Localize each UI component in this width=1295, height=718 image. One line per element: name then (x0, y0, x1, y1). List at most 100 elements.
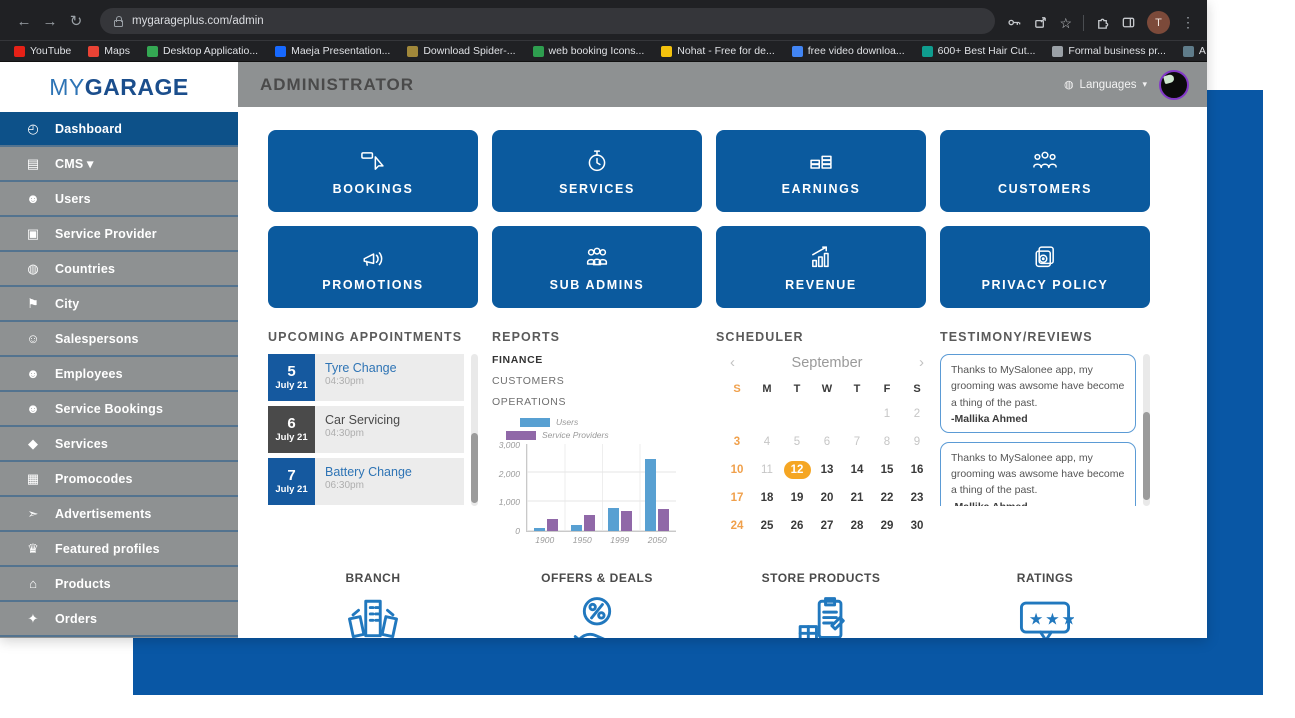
calendar-day-cell[interactable]: 28 (842, 517, 872, 535)
bookmark-item[interactable]: web booking Icons... (533, 45, 645, 57)
scrollbar-thumb[interactable] (1143, 412, 1150, 500)
sidebar-item[interactable]: ☻ Service Bookings (0, 392, 238, 427)
testimonials-scrollbar[interactable] (1143, 354, 1150, 506)
password-key-icon[interactable] (1007, 15, 1022, 30)
sidebar-item[interactable]: ◍ Countries (0, 252, 238, 287)
scrollbar-thumb[interactable] (471, 433, 478, 503)
side-panel-icon[interactable] (1121, 15, 1136, 30)
bookmark-item[interactable]: A Company Introdu... (1183, 45, 1207, 57)
calendar-day-cell[interactable]: 12 (784, 461, 811, 479)
languages-dropdown[interactable]: ◍ Languages ▾ (1064, 78, 1147, 91)
sidebar-item[interactable]: ⌂ Products (0, 567, 238, 602)
calendar-day-cell[interactable]: 13 (812, 461, 842, 479)
calendar-day-cell[interactable]: 14 (842, 461, 872, 479)
calendar-day-cell[interactable]: 6 (812, 433, 842, 451)
reload-button[interactable]: ↻ (64, 10, 88, 34)
calendar-day-cell[interactable]: 3 (722, 433, 752, 451)
sidebar-item[interactable]: ▦ Promocodes (0, 462, 238, 497)
appointments-scrollbar[interactable] (471, 354, 478, 506)
calendar-day-cell[interactable] (812, 405, 842, 423)
customers-tile[interactable]: CUSTOMERS (940, 130, 1150, 212)
calendar-day-cell[interactable]: 30 (902, 517, 932, 535)
bookmark-star-icon[interactable]: ☆ (1059, 16, 1072, 30)
calendar-day-cell[interactable]: 8 (872, 433, 902, 451)
calendar-day-cell[interactable]: 4 (752, 433, 782, 451)
appointment-item[interactable]: 6 July 21 Car Servicing 04:30pm (268, 406, 464, 453)
report-link[interactable]: CUSTOMERS (492, 375, 702, 387)
sidebar-item[interactable]: ➣ Advertisements (0, 497, 238, 532)
browser-menu-icon[interactable]: ⋮ (1181, 14, 1195, 31)
calendar-day-cell[interactable]: 9 (902, 433, 932, 451)
browser-profile-avatar[interactable]: T (1147, 11, 1170, 34)
sidebar-item[interactable]: ✦ Orders (0, 602, 238, 637)
bookmark-item[interactable]: Desktop Applicatio... (147, 45, 258, 57)
calendar-day-cell[interactable]: 26 (782, 517, 812, 535)
sidebar-item[interactable]: ▤ CMS ▾ (0, 147, 238, 182)
calendar-day-cell[interactable]: 22 (872, 489, 902, 507)
bookmark-item[interactable]: 600+ Best Hair Cut... (922, 45, 1036, 57)
calendar-day-cell[interactable]: 21 (842, 489, 872, 507)
calendar-day-cell[interactable]: 29 (872, 517, 902, 535)
calendar-day-cell[interactable]: 24 (722, 517, 752, 535)
user-avatar[interactable] (1159, 70, 1189, 100)
services-tile[interactable]: SERVICES (492, 130, 702, 212)
sidebar-item[interactable]: ◴ Dashboard (0, 112, 238, 147)
sidebar-item[interactable]: ◆ Services (0, 427, 238, 462)
sub-admins-tile[interactable]: SUB ADMINS (492, 226, 702, 308)
bookings-tile[interactable]: BOOKINGS (268, 130, 478, 212)
bookmark-item[interactable]: Maps (88, 45, 130, 57)
calendar-day-cell[interactable] (842, 405, 872, 423)
sub-admins-group-icon (583, 243, 611, 271)
privacy-policy-tile[interactable]: PRIVACY POLICY (940, 226, 1150, 308)
bookmark-item[interactable]: Download Spider-... (407, 45, 515, 57)
bookmark-item[interactable]: Nohat - Free for de... (661, 45, 774, 57)
back-button[interactable]: ← (12, 10, 36, 34)
bookmark-item[interactable]: Formal business pr... (1052, 45, 1165, 57)
report-link[interactable]: FINANCE (492, 354, 702, 366)
calendar-day-cell[interactable]: 23 (902, 489, 932, 507)
calendar-day-cell[interactable]: 11 (752, 461, 782, 479)
share-icon[interactable] (1033, 15, 1048, 30)
calendar-day-cell[interactable]: 1 (872, 405, 902, 423)
offers-deals-shortcut[interactable]: OFFERS & DEALS (492, 571, 702, 638)
calendar-day-cell[interactable]: 18 (752, 489, 782, 507)
bookmark-item[interactable]: YouTube (14, 45, 71, 57)
sidebar-item[interactable]: ▣ Service Provider (0, 217, 238, 252)
calendar-day-cell[interactable]: 10 (722, 461, 752, 479)
calendar-day-cell[interactable]: 19 (782, 489, 812, 507)
extensions-puzzle-icon[interactable] (1095, 15, 1110, 30)
ratings-shortcut[interactable]: RATINGS ★★★ (940, 571, 1150, 638)
calendar-day-cell[interactable] (782, 405, 812, 423)
calendar-day-cell[interactable]: 2 (902, 405, 932, 423)
calendar-day-cell[interactable]: 25 (752, 517, 782, 535)
report-link[interactable]: OPERATIONS (492, 396, 702, 408)
sidebar-item[interactable]: ☻ Users (0, 182, 238, 217)
sidebar-item[interactable]: ☻ Employees (0, 357, 238, 392)
forward-button[interactable]: → (38, 10, 62, 34)
sidebar-item[interactable]: ☺ Salespersons (0, 322, 238, 357)
address-bar[interactable]: mygarageplus.com/admin (100, 8, 995, 34)
calendar-day-cell[interactable]: 27 (812, 517, 842, 535)
logo[interactable]: MYGARAGE (0, 62, 238, 112)
appointment-item[interactable]: 7 July 21 Battery Change 06:30pm (268, 458, 464, 505)
calendar-day-cell[interactable]: 15 (872, 461, 902, 479)
calendar-day-cell[interactable]: 16 (902, 461, 932, 479)
calendar-day-cell[interactable]: 5 (782, 433, 812, 451)
revenue-tile[interactable]: REVENUE (716, 226, 926, 308)
calendar-day-cell[interactable]: 17 (722, 489, 752, 507)
store-products-shortcut[interactable]: STORE PRODUCTS (716, 571, 926, 638)
calendar-day-cell[interactable]: 20 (812, 489, 842, 507)
sidebar-item[interactable]: ♛ Featured profiles (0, 532, 238, 567)
sidebar-item[interactable]: ⚑ City (0, 287, 238, 322)
calendar-day-cell[interactable] (752, 405, 782, 423)
bookmark-item[interactable]: free video downloa... (792, 45, 905, 57)
calendar-day-cell[interactable]: 7 (842, 433, 872, 451)
calendar-prev-icon[interactable]: ‹ (730, 354, 735, 371)
appointment-item[interactable]: 5 July 21 Tyre Change 04:30pm (268, 354, 464, 401)
promotions-tile[interactable]: PROMOTIONS (268, 226, 478, 308)
earnings-tile[interactable]: EARNINGS (716, 130, 926, 212)
calendar-next-icon[interactable]: › (919, 354, 924, 371)
calendar-day-cell[interactable] (722, 405, 752, 423)
bookmark-item[interactable]: Maeja Presentation... (275, 45, 390, 57)
branch-shortcut[interactable]: BRANCH (268, 571, 478, 638)
